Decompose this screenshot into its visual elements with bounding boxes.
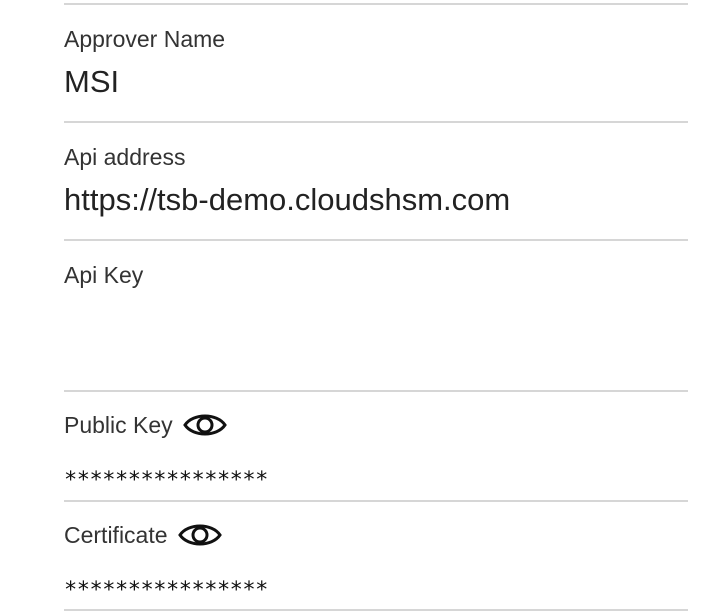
- top-divider: [64, 3, 688, 5]
- approver-name-divider: [64, 121, 688, 123]
- certificate-value: ****************: [64, 578, 268, 603]
- certificate-divider: [64, 609, 688, 611]
- api-address-divider: [64, 239, 688, 241]
- api-address-label: Api address: [64, 144, 186, 170]
- public-key-label: Public Key: [64, 412, 173, 438]
- api-key-divider: [64, 390, 688, 392]
- approver-name-value: MSI: [64, 64, 120, 99]
- api-key-label: Api Key: [64, 262, 144, 288]
- public-key-label-row: Public Key: [64, 410, 227, 440]
- api-address-value: https://tsb-demo.cloudshsm.com: [64, 182, 511, 217]
- public-key-divider: [64, 500, 688, 502]
- public-key-value: ****************: [64, 468, 268, 493]
- api-key-value: [64, 296, 688, 386]
- eye-icon[interactable]: [177, 520, 222, 550]
- certificate-label-row: Certificate: [64, 520, 222, 550]
- eye-icon[interactable]: [182, 410, 227, 440]
- certificate-label: Certificate: [64, 522, 168, 548]
- approver-name-label: Approver Name: [64, 26, 226, 52]
